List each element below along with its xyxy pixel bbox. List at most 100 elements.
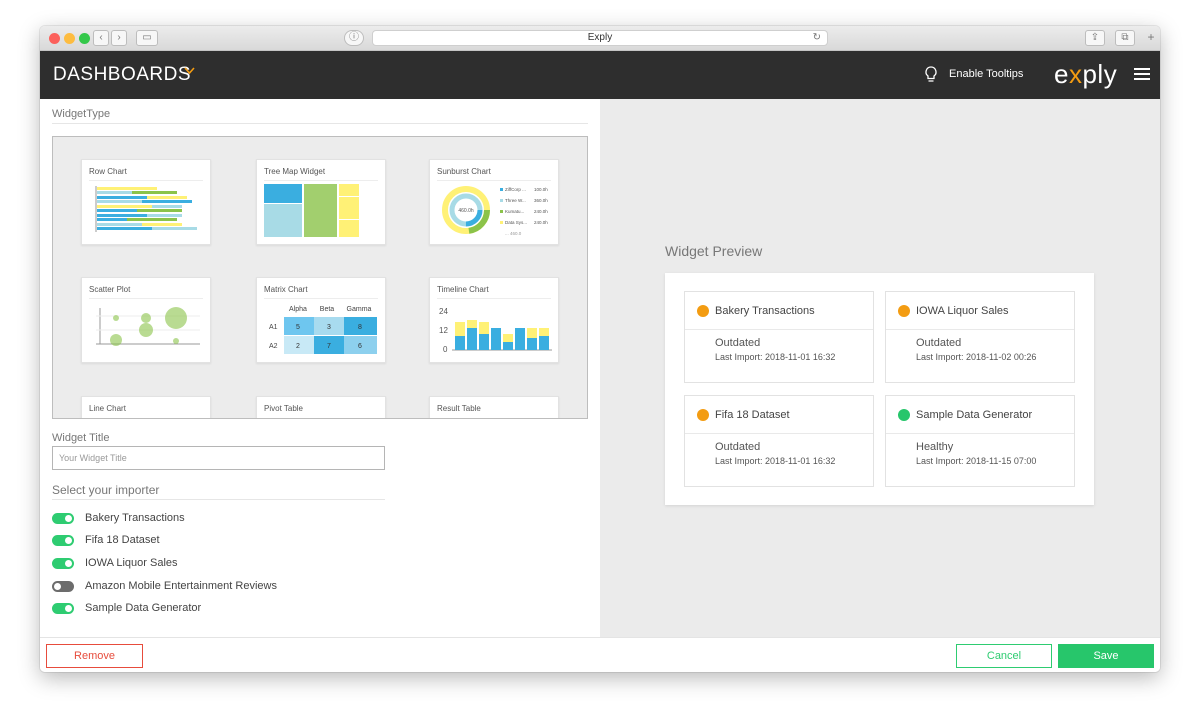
importer-last-import: Last Import: 2018-11-01 16:32: [715, 352, 836, 362]
hamburger-menu-icon[interactable]: [1134, 68, 1150, 81]
timeline-bar: [539, 336, 549, 350]
back-icon[interactable]: ‹: [93, 30, 109, 46]
timeline-bar-stack: [503, 334, 513, 342]
tabs-overview-icon[interactable]: ⧉: [1115, 30, 1135, 46]
share-icon[interactable]: ⇪: [1085, 30, 1105, 46]
importer-name: Fifa 18 Dataset: [715, 409, 790, 421]
importer-toggle-row[interactable]: Fifa 18 Dataset: [52, 533, 552, 549]
importer-status-card[interactable]: IOWA Liquor Sales Outdated Last Import: …: [885, 291, 1075, 383]
svg-text:3: 3: [327, 324, 331, 331]
widget-type-tree-map[interactable]: Tree Map Widget: [256, 159, 386, 245]
importer-label: Bakery Transactions: [85, 512, 185, 524]
timeline-bar: [479, 334, 489, 350]
toggle-switch[interactable]: [52, 603, 74, 614]
importer-label: Amazon Mobile Entertainment Reviews: [85, 580, 277, 592]
status-dot-icon: [898, 305, 910, 317]
new-tab-icon[interactable]: +: [1144, 30, 1158, 46]
timeline-bar: [515, 328, 525, 350]
toggle-switch[interactable]: [52, 581, 74, 592]
widget-type-line-chart[interactable]: Line Chart: [81, 396, 211, 418]
importer-status: Outdated: [715, 337, 761, 349]
timeline-bar: [455, 336, 465, 350]
tree-map-thumbnail: [264, 184, 359, 237]
svg-text:A2: A2: [269, 343, 278, 350]
svg-text:Beta: Beta: [320, 306, 335, 313]
info-circle-icon[interactable]: ⓘ: [344, 30, 364, 46]
widget-type-timeline-chart[interactable]: Timeline Chart 24 12 0: [429, 277, 559, 363]
importer-name: Sample Data Generator: [916, 409, 1033, 421]
widget-preview-title: Widget Preview: [665, 243, 763, 259]
importer-status-card[interactable]: Sample Data Generator Healthy Last Impor…: [885, 395, 1075, 487]
importer-toggle-row[interactable]: IOWA Liquor Sales: [52, 556, 552, 572]
svg-text:... 460.0: ... 460.0: [505, 231, 522, 236]
timeline-bar: [491, 328, 501, 350]
importer-status-card[interactable]: Bakery Transactions Outdated Last Import…: [684, 291, 874, 383]
timeline-bar: [503, 342, 513, 350]
widget-type-heading: WidgetType: [52, 108, 111, 120]
status-dot-icon: [697, 409, 709, 421]
svg-text:ZiffCorp ...: ZiffCorp ...: [505, 187, 526, 192]
address-bar-text: Exply: [587, 32, 613, 43]
forward-icon[interactable]: ›: [111, 30, 127, 46]
cancel-button[interactable]: Cancel: [956, 644, 1052, 668]
timeline-bar: [527, 338, 537, 350]
matrix-chart-thumbnail: Alpha Beta Gamma A1 A2 5 3 8 2 7 6: [269, 306, 377, 354]
app-header: DASHBOARDS Enable Tooltips exply: [40, 51, 1160, 99]
row-chart-thumbnail: [95, 186, 197, 232]
browser-titlebar: ‹ › ▭ ⓘ Exply ↻ ⇪ ⧉ +: [40, 26, 1160, 51]
chevron-down-icon[interactable]: [184, 65, 195, 76]
svg-text:2: 2: [296, 343, 300, 350]
minimize-window-icon[interactable]: [64, 33, 75, 44]
importer-status: Healthy: [916, 441, 954, 453]
zoom-window-icon[interactable]: [79, 33, 90, 44]
sidebar-toggle-icon[interactable]: ▭: [136, 30, 158, 46]
close-window-icon[interactable]: [49, 33, 60, 44]
timeline-chart-thumbnail: 24 12 0: [439, 307, 552, 354]
importer-toggle-row[interactable]: Bakery Transactions: [52, 511, 552, 527]
toggle-switch[interactable]: [52, 513, 74, 524]
toggle-switch[interactable]: [52, 535, 74, 546]
toggle-switch[interactable]: [52, 558, 74, 569]
svg-text:Kumatu...: Kumatu...: [505, 209, 524, 214]
importer-status-card[interactable]: Fifa 18 Dataset Outdated Last Import: 20…: [684, 395, 874, 487]
action-footer: Remove Cancel Save: [40, 637, 1160, 672]
browser-window: ‹ › ▭ ⓘ Exply ↻ ⇪ ⧉ + DASHBOARDS Enable …: [40, 26, 1160, 672]
importer-label: IOWA Liquor Sales: [85, 557, 178, 569]
widget-type-sunburst[interactable]: Sunburst Chart 460.0h ZiffCorp ... 100.0h…: [429, 159, 559, 245]
widget-type-row-chart[interactable]: Row Chart: [81, 159, 211, 245]
timeline-bar-stack: [539, 328, 549, 336]
timeline-bar-stack: [479, 322, 489, 334]
importer-label: Fifa 18 Dataset: [85, 534, 160, 546]
lightbulb-icon[interactable]: [924, 66, 938, 84]
timeline-bar-stack: [455, 322, 465, 336]
svg-text:360.0h: 360.0h: [534, 198, 548, 203]
importer-toggle-row[interactable]: Sample Data Generator: [52, 601, 552, 617]
widget-type-matrix-chart[interactable]: Matrix Chart Alpha Beta Gamma A1 A2 5 3 …: [256, 277, 386, 363]
reload-icon[interactable]: ↻: [813, 31, 821, 45]
widget-config-panel: WidgetType Row Chart Tree Map Widget Sun…: [40, 99, 600, 637]
svg-text:A1: A1: [269, 324, 278, 331]
widget-preview-card: Bakery Transactions Outdated Last Import…: [665, 273, 1094, 505]
address-bar[interactable]: Exply ↻: [372, 30, 828, 46]
enable-tooltips-button[interactable]: Enable Tooltips: [949, 68, 1023, 80]
svg-text:Alpha: Alpha: [289, 306, 307, 313]
dashboards-menu[interactable]: DASHBOARDS: [53, 64, 191, 86]
svg-text:Gamma: Gamma: [347, 306, 372, 313]
widget-type-result-table[interactable]: Result Table: [429, 396, 559, 418]
widget-title-input[interactable]: [52, 446, 385, 470]
remove-button[interactable]: Remove: [46, 644, 143, 668]
save-button[interactable]: Save: [1058, 644, 1154, 668]
importer-status: Outdated: [715, 441, 761, 453]
importer-name: Bakery Transactions: [715, 305, 815, 317]
svg-text:8: 8: [358, 324, 362, 331]
importer-toggle-row[interactable]: Amazon Mobile Entertainment Reviews: [52, 579, 552, 595]
svg-text:12: 12: [439, 326, 448, 335]
widget-type-scatter-plot[interactable]: Scatter Plot: [81, 277, 211, 363]
svg-text:0: 0: [443, 345, 448, 354]
svg-text:5: 5: [296, 324, 300, 331]
widget-type-pivot-table[interactable]: Pivot Table: [256, 396, 386, 418]
sunburst-thumbnail: 460.0h ZiffCorp ... 100.0h Three W... 360.…: [442, 186, 548, 236]
widget-type-gallery[interactable]: Row Chart Tree Map Widget Sunburst Chart…: [52, 136, 588, 419]
timeline-bar: [467, 328, 477, 350]
svg-text:Data Sys...: Data Sys...: [505, 220, 527, 225]
